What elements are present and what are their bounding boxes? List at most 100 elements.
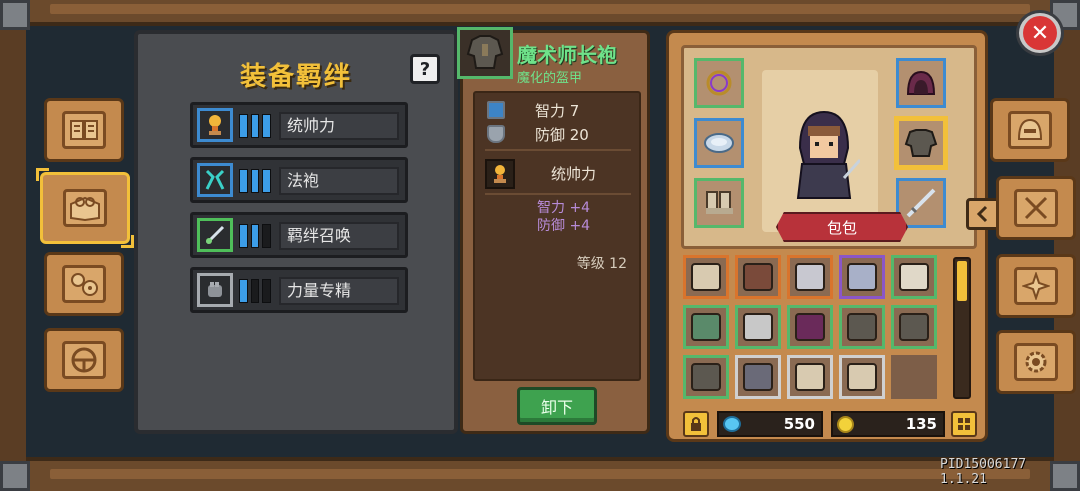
bond-level-bars bbox=[239, 114, 272, 138]
sparkle-icon bbox=[1014, 267, 1058, 305]
gold-coin-icon bbox=[837, 416, 854, 433]
hood-icon bbox=[795, 313, 825, 341]
trophy-icon bbox=[485, 159, 515, 189]
bond-row[interactable]: 力量专精 bbox=[190, 267, 408, 313]
bond-label: 统帅力 bbox=[279, 112, 399, 140]
divider bbox=[485, 193, 631, 195]
fist-icon bbox=[197, 273, 233, 307]
side-arrow-button[interactable] bbox=[966, 198, 1000, 230]
item-subtitle: 魔化的盔甲 bbox=[517, 71, 583, 86]
inventory-grid bbox=[683, 255, 945, 403]
equipment-area: 包包 bbox=[681, 45, 1000, 249]
character-panel: 包包 550 135 bbox=[666, 30, 1000, 442]
item-name: 魔术师长袍 bbox=[517, 43, 617, 67]
bond-level-bars bbox=[239, 169, 272, 193]
bag-label: 包包 bbox=[776, 212, 908, 242]
book-icon bbox=[487, 101, 505, 119]
bond-level-bars bbox=[239, 279, 272, 303]
skill-name: 统帅力 bbox=[551, 165, 597, 183]
helmet-slot[interactable] bbox=[896, 58, 946, 108]
tab-character[interactable] bbox=[990, 98, 1070, 162]
lock-icon[interactable] bbox=[683, 411, 709, 437]
robe-icon bbox=[847, 313, 877, 341]
wooden-frame-bottom bbox=[0, 457, 1080, 491]
summon-sword-icon bbox=[197, 218, 233, 252]
wooden-frame-right bbox=[1054, 0, 1080, 491]
shield-icon bbox=[487, 125, 505, 143]
crossbow-icon bbox=[795, 363, 825, 391]
inventory-slot[interactable] bbox=[683, 355, 729, 399]
tab-equipment-bonds[interactable] bbox=[36, 168, 134, 248]
bond-row[interactable]: 统帅力 bbox=[190, 102, 408, 148]
gear-icon bbox=[1014, 343, 1058, 381]
gem-icon bbox=[723, 416, 741, 432]
inventory-slot[interactable] bbox=[787, 305, 833, 349]
inventory-slot[interactable] bbox=[683, 305, 729, 349]
ring-slot[interactable] bbox=[694, 58, 744, 108]
inventory-slot[interactable] bbox=[839, 255, 885, 299]
panel-title: 装备羁绊 bbox=[239, 62, 352, 92]
robe-icon bbox=[899, 313, 929, 341]
item-stats-box: 智力 7 防御 20 统帅力 智力 +4 防御 +4 等级 12 bbox=[473, 91, 641, 381]
helmet-icon bbox=[743, 263, 773, 291]
boots-icon bbox=[795, 263, 825, 291]
crossbow-icon bbox=[847, 363, 877, 391]
frame-corner bbox=[0, 461, 30, 491]
inventory-slot[interactable] bbox=[787, 255, 833, 299]
equipment-bond-panel: 装备羁绊 ? 统帅力 法袍 羁绊召唤 力量专精 bbox=[134, 30, 458, 434]
inventory-slot[interactable] bbox=[735, 255, 781, 299]
inventory-slot[interactable] bbox=[891, 305, 937, 349]
tab-forge[interactable] bbox=[996, 176, 1076, 240]
bond-label: 法袍 bbox=[279, 167, 399, 195]
bond-label: 力量专精 bbox=[279, 277, 399, 305]
bonus-defense: 防御 +4 bbox=[537, 218, 591, 234]
scroll-thumb[interactable] bbox=[957, 261, 967, 301]
tab-skills[interactable] bbox=[44, 252, 124, 316]
inventory-slot[interactable] bbox=[891, 255, 937, 299]
robe-armor-icon bbox=[457, 27, 513, 79]
bond-list: 统帅力 法袍 羁绊召唤 力量专精 bbox=[190, 102, 408, 322]
sort-icon[interactable] bbox=[951, 411, 977, 437]
accessory-slot[interactable] bbox=[694, 118, 744, 168]
gem-amount: 550 bbox=[783, 415, 815, 433]
scroll-icon bbox=[691, 313, 721, 341]
gear-cluster-icon bbox=[62, 265, 106, 303]
book-icon bbox=[62, 111, 106, 149]
stat-defense: 防御 20 bbox=[487, 123, 589, 145]
tab-settings[interactable] bbox=[996, 330, 1076, 394]
inventory-slot[interactable] bbox=[735, 355, 781, 399]
bond-book-icon bbox=[63, 189, 107, 227]
stat-intelligence: 智力 7 bbox=[487, 99, 579, 121]
pickaxe-icon bbox=[899, 263, 929, 291]
inventory-slot[interactable] bbox=[787, 355, 833, 399]
robe-icon bbox=[691, 363, 721, 391]
tab-vehicle[interactable] bbox=[44, 328, 124, 392]
tab-codex[interactable] bbox=[44, 98, 124, 162]
inventory-slot-empty[interactable] bbox=[891, 355, 937, 399]
helmet-icon bbox=[1008, 111, 1052, 149]
close-button[interactable]: ✕ bbox=[1016, 10, 1064, 56]
inventory-scrollbar[interactable] bbox=[953, 257, 971, 399]
inventory-slot[interactable] bbox=[839, 355, 885, 399]
help-button[interactable]: ? bbox=[410, 54, 440, 84]
bonus-intelligence: 智力 +4 bbox=[537, 200, 591, 216]
stat-label: 防御 20 bbox=[535, 125, 589, 144]
steering-wheel-icon bbox=[62, 341, 106, 379]
robe-icon bbox=[197, 163, 233, 197]
bond-level-bars bbox=[239, 224, 272, 248]
wooden-frame-top bbox=[0, 0, 1080, 26]
unequip-button[interactable]: 卸下 bbox=[517, 387, 597, 425]
bond-row[interactable]: 法袍 bbox=[190, 157, 408, 203]
inventory-slot[interactable] bbox=[839, 305, 885, 349]
gem-counter: 550 bbox=[717, 411, 823, 437]
inventory-slot[interactable] bbox=[683, 255, 729, 299]
item-detail-panel: 魔术师长袍 魔化的盔甲 智力 7 防御 20 统帅力 智力 +4 防御 +4 等… bbox=[457, 27, 650, 434]
gauntlet-icon bbox=[743, 363, 773, 391]
player-id-version: PID15006177 1.1.21 bbox=[940, 457, 1027, 487]
boots-slot[interactable] bbox=[694, 178, 744, 228]
tab-talent[interactable] bbox=[996, 254, 1076, 318]
bond-row[interactable]: 羁绊召唤 bbox=[190, 212, 408, 258]
inventory-slot[interactable] bbox=[735, 305, 781, 349]
armor-slot[interactable] bbox=[894, 116, 948, 170]
gold-amount: 135 bbox=[905, 415, 937, 433]
